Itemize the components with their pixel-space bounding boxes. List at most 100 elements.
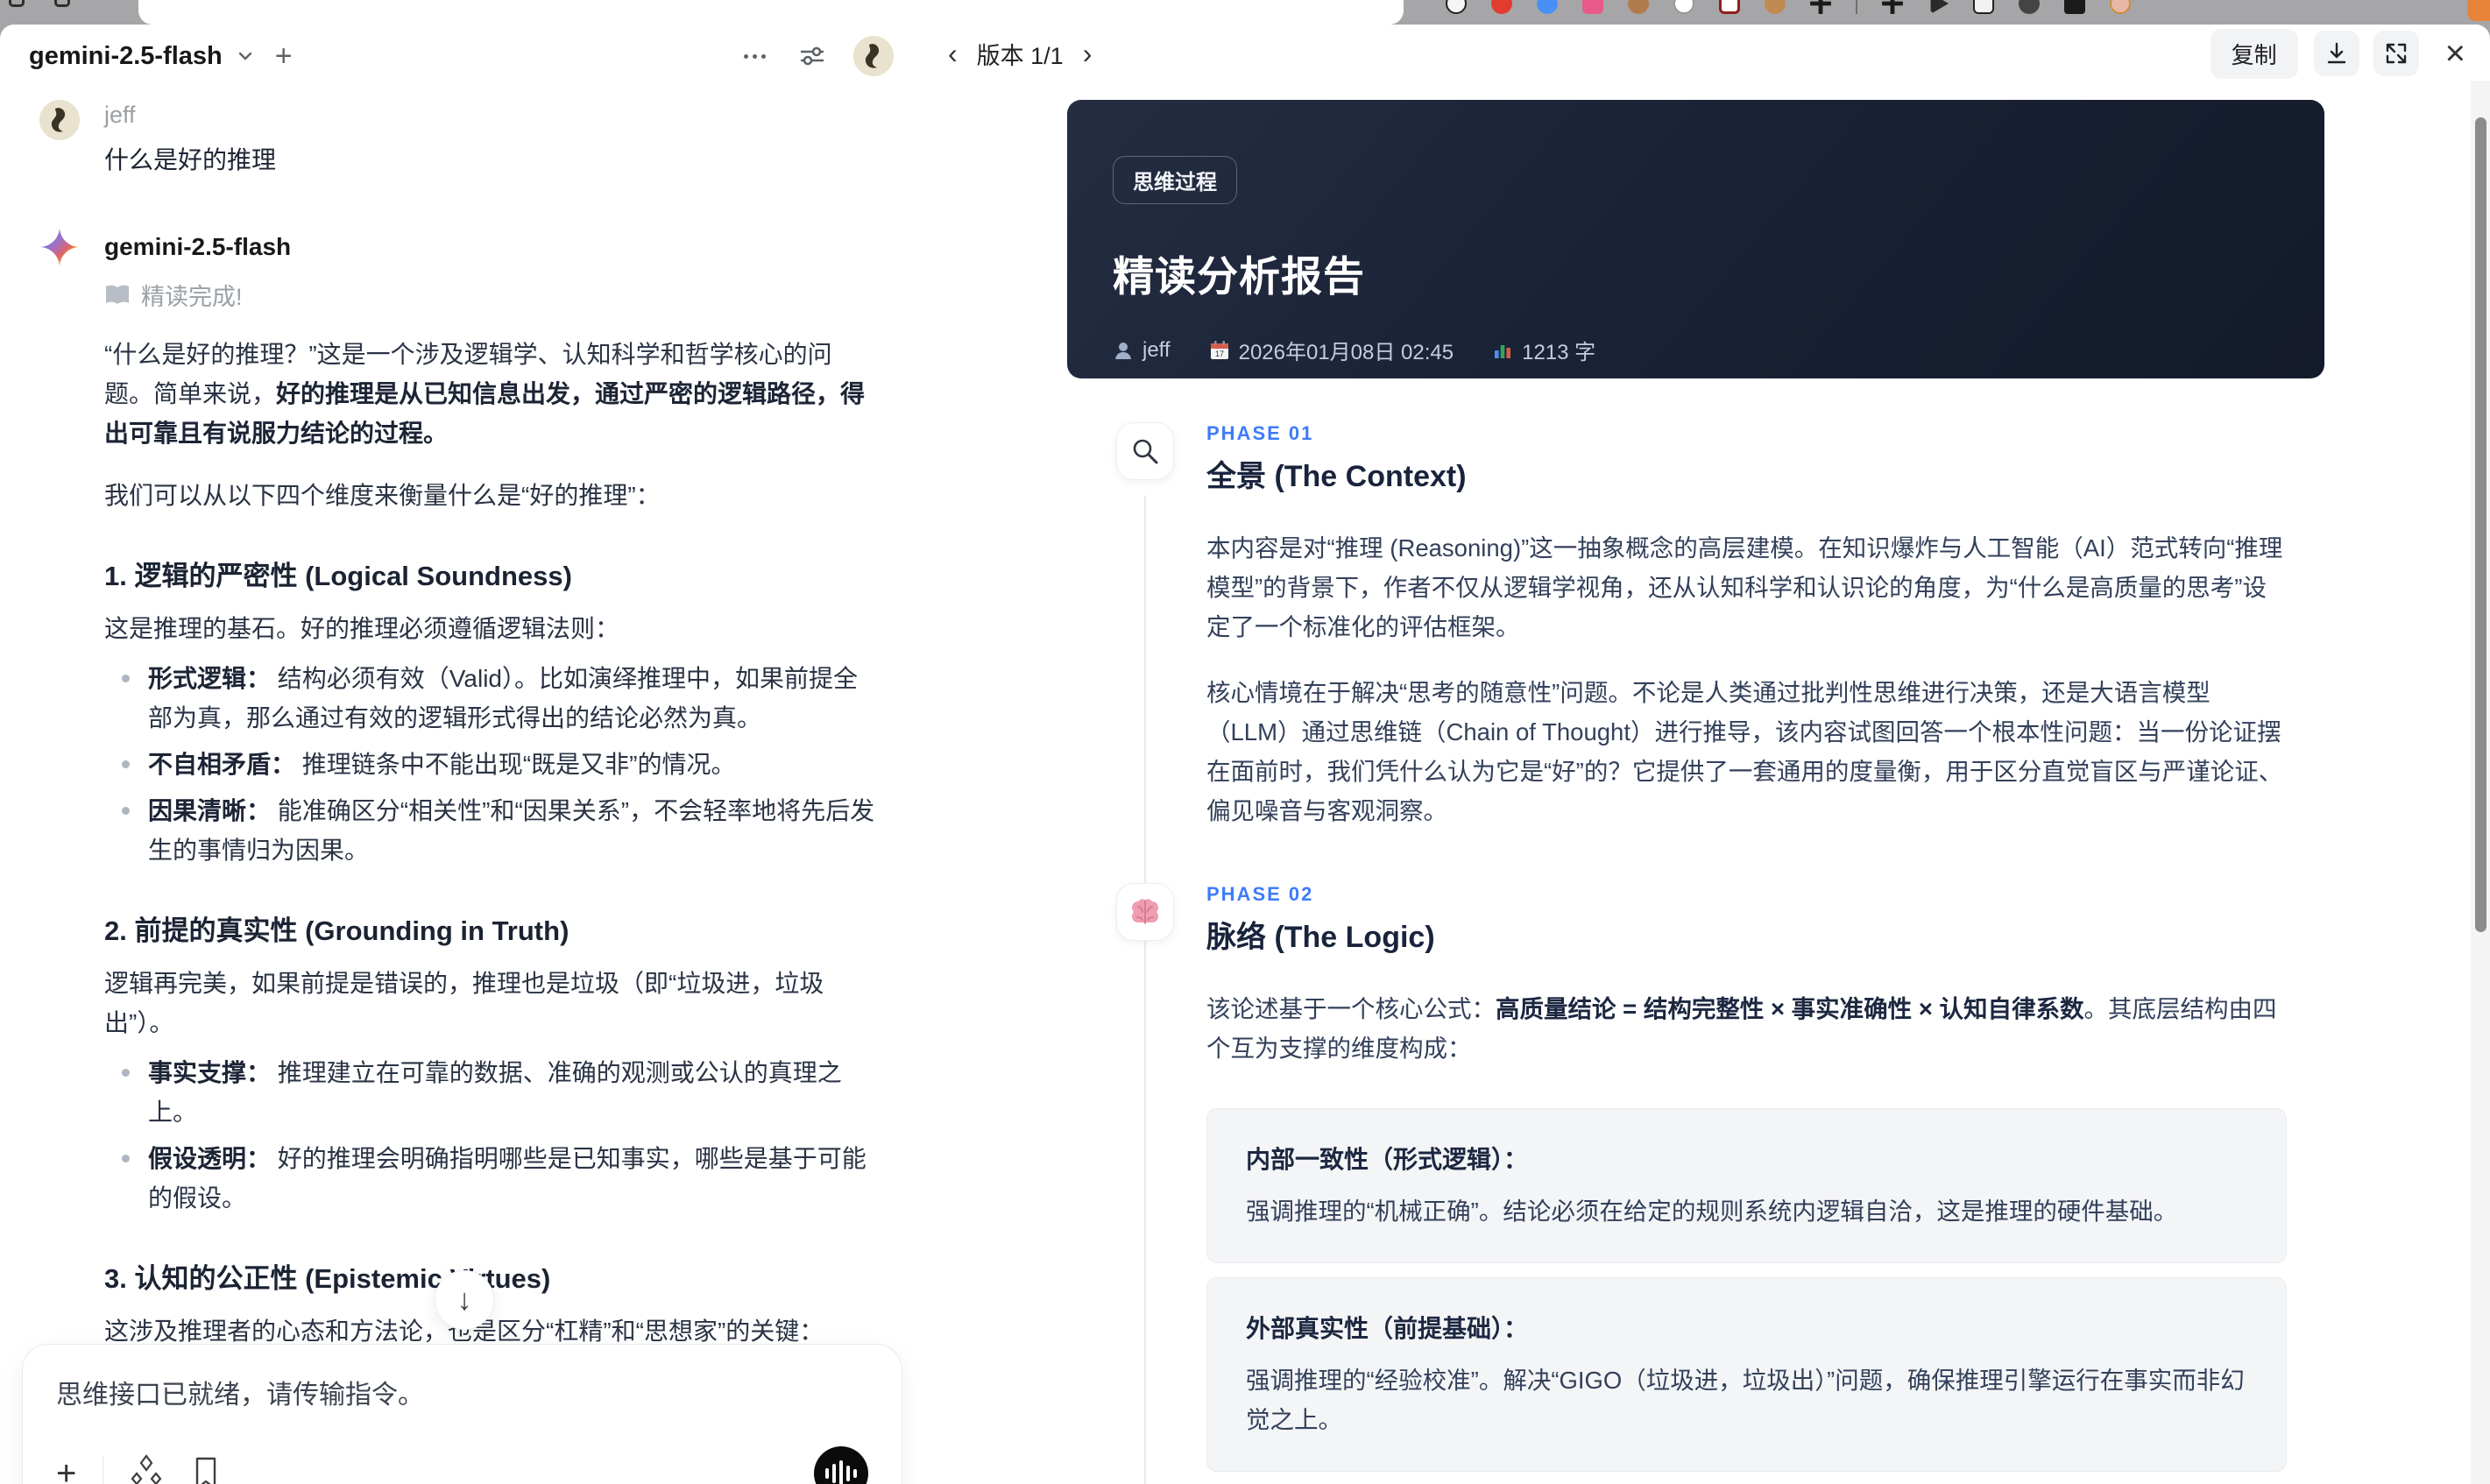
message-composer[interactable]: 思维接口已就绪，请传输指令。 + bbox=[22, 1344, 902, 1484]
extension-icon[interactable] bbox=[1810, 0, 1831, 14]
user-avatar bbox=[39, 100, 80, 140]
profile-avatar-icon[interactable] bbox=[2110, 0, 2131, 14]
close-preview-button[interactable]: × bbox=[2445, 36, 2465, 71]
more-options-icon[interactable] bbox=[744, 53, 766, 59]
dimension-card-body: 强调推理的“经验校准”。解决“GIGO（垃圾进，垃圾出）”问题，确保推理引擎运行… bbox=[1246, 1367, 2245, 1433]
browser-extension-icons[interactable] bbox=[1446, 0, 2131, 14]
bullet-dot bbox=[122, 675, 130, 682]
dimension-card: 外部真实性（前提基础）： 强调推理的“经验校准”。解决“GIGO（垃圾进，垃圾出… bbox=[1206, 1277, 2287, 1472]
bar-chart-icon bbox=[1495, 344, 1511, 358]
chat-header: gemini-2.5-flash + bbox=[0, 25, 920, 88]
dimension-cards: 内部一致性（形式逻辑）： 强调推理的“机械正确”。结论必须在给定的规则系统内逻辑… bbox=[1206, 1108, 2287, 1484]
version-label: 版本 1/1 bbox=[976, 42, 1064, 69]
download-button[interactable] bbox=[2313, 31, 2359, 76]
report-title: 精读分析报告 bbox=[1113, 253, 1365, 300]
extension-separator bbox=[1856, 0, 1857, 14]
phase-label: PHASE 02 bbox=[1206, 883, 1314, 905]
section-heading: 1. 逻辑的严密性 (Logical Soundness) bbox=[104, 561, 572, 591]
fullscreen-button[interactable] bbox=[2373, 31, 2419, 76]
extension-icon[interactable] bbox=[1765, 0, 1786, 14]
extension-icon[interactable] bbox=[1628, 0, 1649, 14]
list-item: 不自相矛盾： 推理链条中不能出现“既是又非”的情况。 bbox=[104, 745, 875, 784]
bookmark-icon[interactable] bbox=[193, 1456, 219, 1484]
extension-icon[interactable] bbox=[1973, 0, 1994, 14]
extension-icon[interactable] bbox=[1582, 0, 1603, 14]
browser-addressbar-remnant[interactable] bbox=[138, 0, 1404, 25]
list-item: 事实支撑： 推理建立在可靠的数据、准确的观测或公认的真理之上。 bbox=[104, 1053, 875, 1132]
user-message-text: 什么是好的推理 bbox=[104, 146, 277, 173]
preview-toolbar: ‹ 版本 1/1 › 复制 × bbox=[920, 25, 2490, 82]
assistant-status-line: 精读完成! bbox=[104, 278, 875, 312]
bullet-dot bbox=[122, 807, 130, 815]
preview-scrollbar-thumb[interactable] bbox=[2475, 117, 2486, 932]
extension-icon[interactable] bbox=[1719, 0, 1740, 14]
voice-input-button[interactable] bbox=[814, 1446, 868, 1484]
report-timeline: PHASE 01 全景 (The Context) 本内容是对“推理 (Reas… bbox=[1067, 422, 2469, 1484]
browser-corner-decoration bbox=[2467, 0, 2490, 21]
bullet-list: 事实支撑： 推理建立在可靠的数据、准确的观测或公认的真理之上。 假设透明： 好的… bbox=[104, 1053, 875, 1218]
list-item: 形式逻辑： 结构必须有效（Valid）。比如演绎推理中，如果前提全部为真，那么通… bbox=[104, 659, 875, 738]
magnifier-icon bbox=[1116, 422, 1174, 480]
section-heading: 2. 前提的真实性 (Grounding in Truth) bbox=[104, 915, 569, 946]
phase-title: 脉络 (The Logic) bbox=[1206, 921, 1435, 954]
user-message: jeff 什么是好的推理 bbox=[39, 100, 869, 176]
bullet-dot bbox=[122, 1155, 130, 1162]
phase-section-2: PHASE 02 脉络 (The Logic) 该论述基于一个核心公式：高质量结… bbox=[1067, 883, 2469, 1484]
browser-topbar bbox=[0, 0, 2490, 25]
preview-scrollbar[interactable] bbox=[2471, 81, 2490, 1484]
copy-button[interactable]: 复制 bbox=[2210, 28, 2298, 79]
composer-input[interactable]: 思维接口已就绪，请传输指令。 bbox=[56, 1373, 868, 1411]
model-selector[interactable]: gemini-2.5-flash bbox=[29, 42, 223, 71]
extension-icon[interactable] bbox=[1537, 0, 1558, 14]
bullet-dot bbox=[122, 760, 130, 768]
bullet-dot bbox=[122, 1069, 130, 1077]
preview-panel: ‹ 版本 1/1 › 复制 × 思维过程 精读分析报告 jeff 17 2026… bbox=[920, 25, 2490, 1484]
phase-paragraph: 核心情境在于解决“思考的随意性”问题。不论是人类通过批判性思维进行决策，还是大语… bbox=[1206, 679, 2283, 824]
list-item: 因果清晰： 能准确区分“相关性”和“因果关系”，不会轻率地将先后发生的事情归为因… bbox=[104, 791, 875, 870]
list-item: 假设透明： 好的推理会明确指明哪些是已知事实，哪些是基于可能的假设。 bbox=[104, 1139, 875, 1218]
report-document[interactable]: 思维过程 精读分析报告 jeff 17 2026年01月08日 02:45 12… bbox=[920, 82, 2469, 1484]
brain-icon bbox=[1116, 883, 1174, 941]
gemini-star-icon bbox=[39, 227, 80, 267]
extension-icon[interactable] bbox=[1491, 0, 1512, 14]
phase-paragraph: 该论述基于一个核心公式：高质量结论 = 结构完整性 × 事实准确性 × 认知自律… bbox=[1206, 995, 2277, 1062]
user-name: jeff bbox=[104, 102, 136, 128]
chat-panel: gemini-2.5-flash + jeff 什么是好的推理 gemini-2… bbox=[0, 25, 920, 1484]
scroll-to-bottom-button[interactable]: ↓ bbox=[435, 1270, 494, 1330]
extension-icon[interactable] bbox=[2019, 0, 2040, 14]
report-datetime: 17 2026年01月08日 02:45 bbox=[1209, 335, 1454, 365]
extension-icon[interactable] bbox=[1673, 0, 1694, 14]
version-next-button[interactable]: › bbox=[1083, 39, 1093, 67]
report-word-count: 1213 字 bbox=[1492, 335, 1595, 365]
user-avatar[interactable] bbox=[853, 36, 894, 76]
extension-icon[interactable] bbox=[1930, 0, 1949, 14]
report-type-badge: 思维过程 bbox=[1113, 156, 1237, 204]
assistant-paragraph: “什么是好的推理？”这是一个涉及逻辑学、认知科学和哲学核心的问题。简单来说，好的… bbox=[104, 341, 866, 447]
extension-icon[interactable] bbox=[1446, 0, 1467, 14]
browser-nav-remnant bbox=[9, 0, 70, 7]
book-icon bbox=[104, 284, 131, 307]
assistant-paragraph: 我们可以从以下四个维度来衡量什么是“好的推理”： bbox=[104, 482, 661, 509]
new-chat-button[interactable]: + bbox=[275, 41, 293, 71]
extension-icon[interactable] bbox=[1882, 0, 1903, 14]
dimension-card-title: 外部真实性（前提基础）： bbox=[1246, 1315, 1529, 1342]
report-hero-card: 思维过程 精读分析报告 jeff 17 2026年01月08日 02:45 12… bbox=[1067, 100, 2324, 378]
report-meta: jeff 17 2026年01月08日 02:45 1213 字 bbox=[1113, 335, 2279, 365]
version-prev-button[interactable]: ‹ bbox=[948, 39, 958, 67]
settings-sliders-icon[interactable] bbox=[797, 41, 827, 71]
phase-title: 全景 (The Context) bbox=[1206, 460, 1467, 493]
extension-icon[interactable] bbox=[2064, 0, 2085, 14]
phase-section-1: PHASE 01 全景 (The Context) 本内容是对“推理 (Reas… bbox=[1067, 422, 2469, 830]
dimension-card-title: 内部一致性（形式逻辑）： bbox=[1246, 1146, 1529, 1173]
section-intro: 逻辑再完美，如果前提是错误的，推理也是垃圾（即“垃圾进，垃圾出”）。 bbox=[104, 970, 824, 1036]
skills-diamonds-icon[interactable] bbox=[130, 1454, 163, 1484]
report-author: jeff bbox=[1113, 338, 1171, 363]
phase-label: PHASE 01 bbox=[1206, 422, 1314, 444]
app-window: gemini-2.5-flash + jeff 什么是好的推理 gemini-2… bbox=[0, 25, 2490, 1484]
dimension-card-body: 强调推理的“机械正确”。结论必须在给定的规则系统内逻辑自洽，这是推理的硬件基础。 bbox=[1246, 1198, 2178, 1225]
chevron-down-icon[interactable] bbox=[235, 46, 256, 67]
dimension-card: 内部一致性（形式逻辑）： 强调推理的“机械正确”。结论必须在给定的规则系统内逻辑… bbox=[1206, 1108, 2287, 1263]
section-intro: 这是推理的基石。好的推理必须遵循逻辑法则： bbox=[104, 615, 620, 642]
attach-plus-icon[interactable]: + bbox=[56, 1456, 76, 1484]
person-icon bbox=[1115, 342, 1131, 359]
